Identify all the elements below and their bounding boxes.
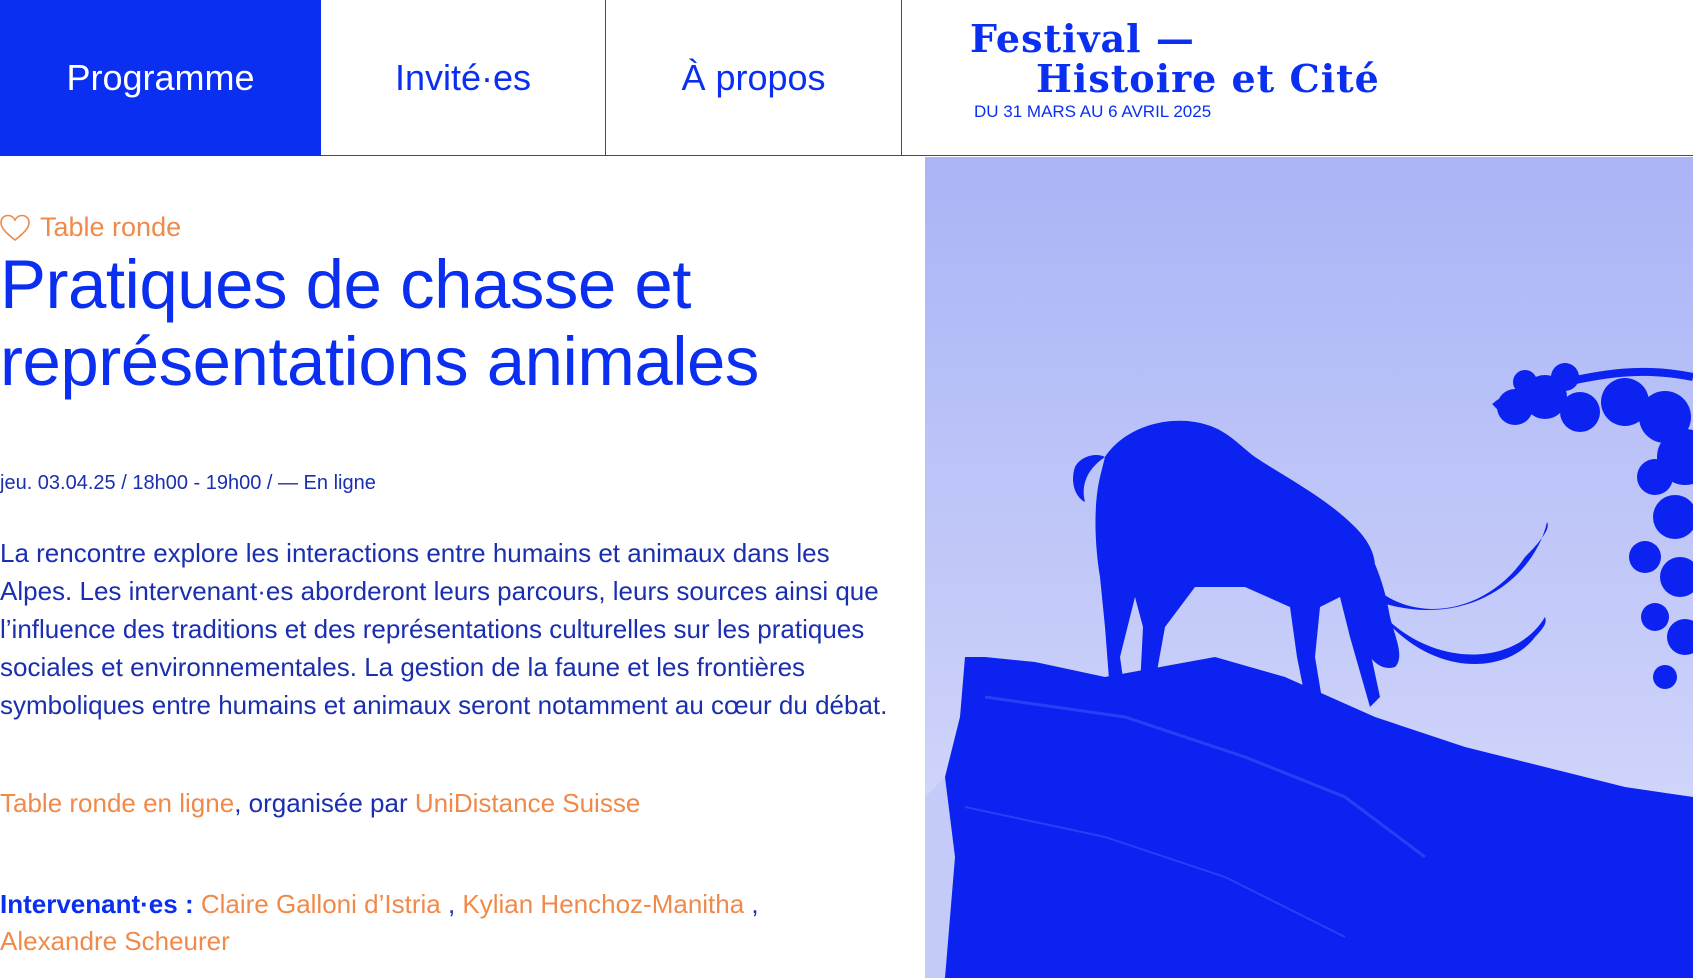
tab-invites-label: Invité·es	[394, 57, 532, 98]
event-datetime: jeu. 03.04.25 / 18h00 - 19h00 / — En lig…	[0, 472, 376, 494]
tab-programme[interactable]: Programme	[0, 0, 321, 156]
event-category: Table ronde	[40, 212, 182, 242]
event-organizer: Table ronde en ligne, organisée par UniD…	[0, 788, 640, 819]
logo-line-festival: Festival —	[970, 16, 1195, 61]
speaker-link[interactable]: Claire Galloni d’Istria	[201, 889, 441, 919]
speaker-link[interactable]: Kylian Henchoz-Manitha	[462, 889, 744, 919]
event-hero-image	[925, 157, 1693, 978]
tab-apropos[interactable]: À propos	[606, 0, 902, 156]
tab-apropos-label: À propos	[681, 57, 826, 98]
event-title: Pratiques de chasse et représentations a…	[0, 246, 759, 400]
tab-invites[interactable]: Invité·es	[321, 0, 606, 156]
ibex-photo	[925, 157, 1693, 978]
organized-by-text: , organisée par	[234, 788, 415, 818]
logo-line-histoire: Histoire et Cité	[1036, 56, 1380, 101]
speaker-link[interactable]: Alexandre Scheurer	[0, 926, 230, 956]
tab-programme-label: Programme	[66, 57, 255, 98]
speaker-separator: ,	[744, 889, 759, 919]
speakers-label: Intervenant·es :	[0, 889, 194, 919]
event-content: Table ronde Pratiques de chasse et repré…	[0, 156, 925, 978]
festival-logo[interactable]: Festival — Histoire et Cité DU 31 MARS A…	[970, 16, 1379, 126]
site-header: Programme Invité·es À propos Festival — …	[0, 0, 1693, 156]
event-speakers: Intervenant·es : Claire Galloni d’Istria…	[0, 886, 900, 960]
organizer-link[interactable]: UniDistance Suisse	[415, 788, 640, 818]
format-link[interactable]: Table ronde en ligne	[0, 788, 234, 818]
festival-dates: DU 31 MARS AU 6 AVRIL 2025	[974, 102, 1212, 121]
event-description: La rencontre explore les interactions en…	[0, 538, 888, 720]
speaker-separator: ,	[440, 889, 463, 919]
event-category-row: Table ronde	[0, 212, 181, 243]
heart-icon[interactable]	[0, 214, 30, 242]
